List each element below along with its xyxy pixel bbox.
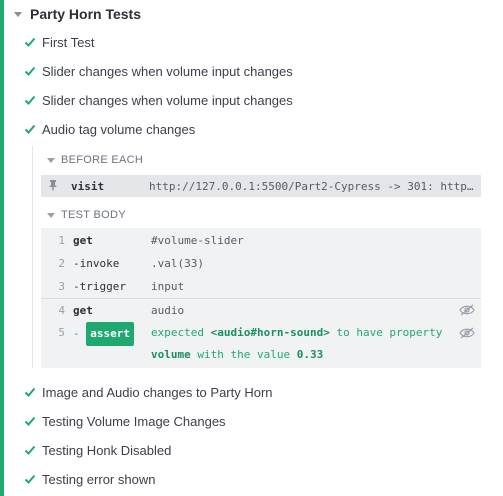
command-number: 2 — [58, 256, 65, 270]
test-item[interactable]: First Test — [24, 32, 95, 52]
command-message: .val(33) — [151, 256, 204, 270]
command-row[interactable]: 1 get #volume-slider — [41, 229, 481, 251]
command-row-assert[interactable]: 5 - assert expected <audio#horn-sound> t… — [41, 322, 481, 366]
suite-title: Party Horn Tests — [30, 6, 141, 22]
command-message: http://127.0.0.1:5500/Part2-Cypress -> 3… — [149, 179, 474, 193]
command-row-visit[interactable]: visit http://127.0.0.1:5500/Part2-Cypres… — [41, 175, 481, 197]
command-message: audio — [151, 303, 185, 317]
command-number: 3 — [58, 279, 65, 293]
command-number: 5 — [58, 326, 65, 339]
command-number: 1 — [58, 233, 65, 247]
test-item[interactable]: Slider changes when volume input changes — [24, 90, 293, 110]
test-item[interactable]: Testing error shown — [24, 469, 155, 489]
test-label: Image and Audio changes to Party Horn — [42, 384, 273, 400]
test-item[interactable]: Image and Audio changes to Party Horn — [24, 382, 273, 402]
test-item[interactable]: Testing Honk Disabled — [24, 440, 171, 460]
command-message: input — [151, 279, 185, 293]
command-name: visit — [71, 179, 105, 193]
test-label: Slider changes when volume input changes — [42, 92, 293, 108]
test-label: Testing Volume Image Changes — [42, 413, 226, 429]
test-label: First Test — [42, 34, 95, 50]
check-icon — [24, 386, 36, 398]
eye-slash-icon[interactable] — [459, 327, 475, 339]
test-label: Testing Honk Disabled — [42, 442, 172, 458]
check-icon — [24, 36, 36, 48]
command-row[interactable]: 4 get audio — [41, 299, 481, 321]
assert-middle: to have property — [336, 326, 443, 339]
assert-message: expected <audio#horn-sound> to have prop… — [151, 322, 481, 366]
check-icon — [24, 94, 36, 106]
assert-with-value: with the value — [197, 348, 291, 361]
assert-dash: - — [73, 327, 80, 340]
test-item[interactable]: Testing Volume Image Changes — [24, 411, 226, 431]
test-item-expanded[interactable]: Audio tag volume changes — [24, 119, 195, 139]
test-body-header[interactable]: TEST BODY — [47, 209, 126, 221]
suite-status-bar — [0, 0, 4, 496]
assert-expected: expected — [151, 326, 204, 339]
command-name: -invoke — [73, 256, 120, 270]
test-label: Audio tag volume changes — [42, 121, 196, 137]
command-row[interactable]: 2 -invoke .val(33) — [41, 252, 481, 274]
command-name: get — [73, 233, 93, 247]
check-icon — [24, 123, 36, 135]
test-label: Slider changes when volume input changes — [42, 63, 293, 79]
caret-down-icon — [47, 157, 55, 163]
test-body-label: TEST BODY — [61, 209, 126, 221]
caret-down-icon — [14, 11, 22, 17]
suite-header[interactable]: Party Horn Tests — [14, 4, 141, 24]
pin-icon — [47, 179, 61, 194]
check-icon — [24, 444, 36, 456]
assert-badge: assert — [86, 322, 134, 346]
caret-down-icon — [47, 212, 55, 218]
command-name: - assert — [73, 322, 151, 346]
assert-subject: <audio#horn-sound> — [210, 326, 330, 339]
command-row[interactable]: 3 -trigger input — [41, 275, 481, 297]
test-label: Testing error shown — [42, 471, 156, 487]
before-each-header[interactable]: BEFORE EACH — [47, 154, 143, 166]
test-item[interactable]: Slider changes when volume input changes — [24, 61, 293, 81]
assert-property: volume — [151, 348, 191, 361]
command-log-panel: BEFORE EACH visit http://127.0.0.1:5500/… — [32, 146, 503, 368]
command-name: get — [73, 303, 93, 317]
before-each-label: BEFORE EACH — [61, 154, 144, 166]
assert-value: 0.33 — [296, 348, 324, 361]
check-icon — [24, 415, 36, 427]
check-icon — [24, 473, 36, 485]
check-icon — [24, 65, 36, 77]
command-number: 4 — [58, 303, 65, 317]
command-message: #volume-slider — [151, 233, 244, 247]
eye-slash-icon[interactable] — [459, 304, 475, 316]
command-name: -trigger — [73, 279, 126, 293]
